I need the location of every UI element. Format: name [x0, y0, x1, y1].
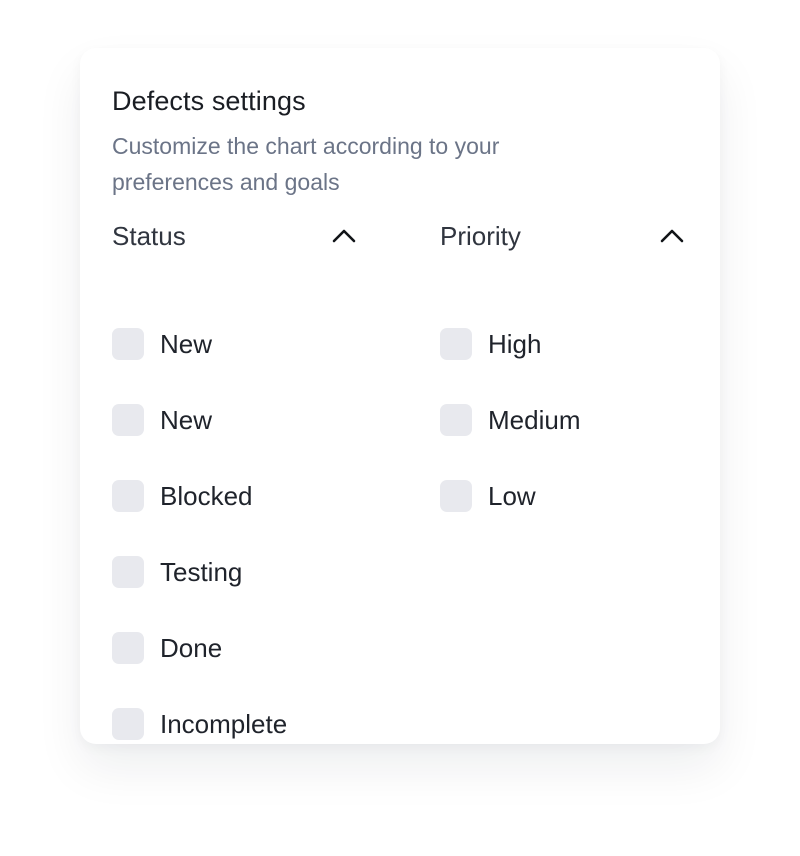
- priority-option-medium[interactable]: Medium: [440, 400, 580, 440]
- status-option-done[interactable]: Done: [112, 628, 222, 668]
- priority-option-label: High: [488, 329, 542, 359]
- chevron-up-icon[interactable]: [658, 222, 686, 250]
- status-testing-checkbox[interactable]: [112, 556, 144, 588]
- priority-section-header[interactable]: Priority: [440, 216, 688, 256]
- status-option-blocked[interactable]: Blocked: [112, 476, 253, 516]
- status-option-label: Blocked: [160, 481, 253, 511]
- chevron-up-icon[interactable]: [330, 222, 358, 250]
- status-section-header[interactable]: Status: [112, 216, 360, 256]
- priority-medium-checkbox[interactable]: [440, 404, 472, 436]
- panel-title: Defects settings: [112, 86, 306, 116]
- status-section-title: Status: [112, 221, 186, 251]
- status-option-new-2[interactable]: New: [112, 400, 212, 440]
- status-option-testing[interactable]: Testing: [112, 552, 242, 592]
- priority-low-checkbox[interactable]: [440, 480, 472, 512]
- defects-settings-panel: Defects settings Customize the chart acc…: [80, 48, 720, 744]
- status-new-checkbox[interactable]: [112, 328, 144, 360]
- priority-option-label: Low: [488, 481, 536, 511]
- status-done-checkbox[interactable]: [112, 632, 144, 664]
- priority-section-title: Priority: [440, 221, 521, 251]
- status-option-label: New: [160, 329, 213, 359]
- priority-option-high[interactable]: High: [440, 324, 541, 364]
- status-blocked-checkbox[interactable]: [112, 480, 144, 512]
- status-incomplete-checkbox[interactable]: [112, 708, 144, 740]
- status-option-label: New: [160, 405, 213, 435]
- status-option-incomplete[interactable]: Incomplete: [112, 704, 287, 744]
- status-option-label: Testing: [160, 557, 243, 587]
- priority-option-label: Medium: [488, 405, 581, 435]
- priority-filter-section: Priority High Medium Low: [440, 216, 688, 512]
- priority-high-checkbox[interactable]: [440, 328, 472, 360]
- priority-option-low[interactable]: Low: [440, 476, 536, 516]
- status-option-new[interactable]: New: [112, 324, 212, 364]
- status-option-label: Incomplete: [160, 709, 288, 739]
- status-new-2-checkbox[interactable]: [112, 404, 144, 436]
- status-filter-section: Status New New Blocked Testing Done Inco…: [112, 216, 360, 740]
- panel-subtitle: Customize the chart according to your pr…: [112, 133, 500, 195]
- status-option-label: Done: [160, 633, 223, 663]
